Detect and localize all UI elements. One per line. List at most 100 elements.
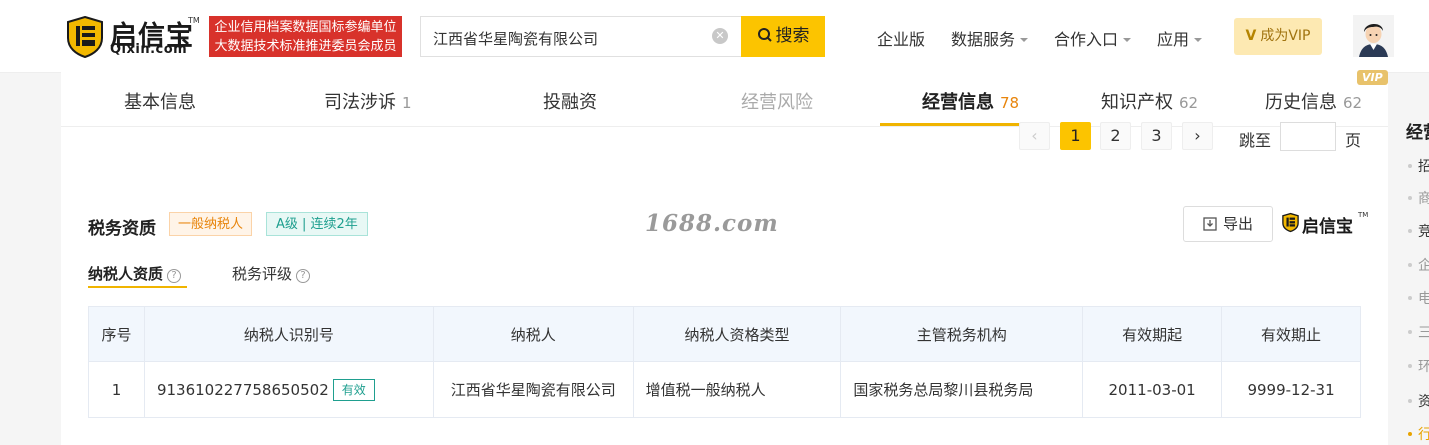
bullet-icon	[1408, 229, 1412, 233]
outline-item[interactable]: 竞	[1408, 221, 1429, 241]
outline-item-label: 商	[1418, 191, 1429, 207]
outline-item-active[interactable]: 行	[1408, 424, 1429, 444]
pagination-page-2[interactable]: 2	[1100, 122, 1131, 150]
column-header: 主管税务机构	[840, 306, 1084, 362]
tab-label: 历史信息	[1265, 92, 1337, 113]
outline-item-label: 三	[1418, 325, 1429, 341]
tab-label: 司法涉诉	[324, 92, 396, 113]
brand-trademark: TM	[1358, 211, 1369, 219]
search-box: ✕	[420, 16, 741, 57]
chevron-down-icon	[1194, 38, 1203, 42]
tab-label: 投融资	[543, 92, 597, 113]
subtab-label: 税务评级	[232, 265, 293, 283]
export-icon	[1203, 217, 1217, 231]
nav-apps-label: 应用	[1157, 30, 1190, 49]
status-badge: 有效	[332, 378, 375, 401]
bullet-icon	[1408, 296, 1412, 300]
outline-item[interactable]: 环	[1408, 356, 1429, 376]
jump-to-label: 跳至	[1239, 131, 1272, 150]
help-icon[interactable]: ?	[167, 269, 182, 283]
tab-count: 78	[1000, 94, 1020, 112]
tax-rating-tag: A级 | 连续2年	[266, 212, 368, 236]
pagination-page-1[interactable]: 1	[1060, 122, 1091, 150]
tab-investment[interactable]: 投融资	[543, 88, 597, 114]
clear-search-icon[interactable]: ✕	[712, 28, 728, 44]
export-button[interactable]: 导出	[1183, 206, 1273, 242]
tab-count: 62	[1343, 94, 1363, 112]
nav-enterprise[interactable]: 企业版	[877, 26, 925, 50]
tab-history[interactable]: 历史信息 62	[1265, 88, 1362, 114]
section-outline-panel: 经营 招 商 竞 企 电 三 环 资 行	[1398, 108, 1429, 445]
vip-v-icon: V	[1245, 28, 1257, 44]
bullet-icon	[1408, 432, 1412, 436]
avatar-icon	[1353, 15, 1394, 57]
subtab-taxpayer-qualification[interactable]: 纳税人资质?	[88, 263, 182, 284]
shield-logo-icon	[1282, 212, 1299, 233]
qixin-logo[interactable]: 启信宝 TM Qixin.com	[66, 14, 200, 60]
bullet-icon	[1408, 164, 1412, 168]
tab-label: 经营风险	[741, 92, 813, 113]
credential-banner[interactable]: 企业信用档案数据国标参编单位 大数据技术标准推进委员会成员	[209, 16, 402, 57]
outline-item[interactable]: 三	[1408, 322, 1429, 342]
table-row: 1 913610227758650502 有效 江西省华星陶瓷有限公司 增值税一般…	[88, 361, 1361, 418]
nav-partnership[interactable]: 合作入口	[1054, 26, 1132, 50]
bullet-icon	[1408, 364, 1412, 368]
valid-from: 2011-03-01	[1082, 361, 1223, 418]
outline-title: 经营	[1406, 123, 1429, 143]
column-header: 序号	[88, 306, 145, 362]
bullet-icon	[1408, 330, 1412, 334]
tab-business-info[interactable]: 经营信息 78	[922, 88, 1019, 114]
outline-item[interactable]: 资	[1408, 391, 1429, 411]
subtab-tax-rating[interactable]: 税务评级?	[232, 263, 311, 284]
bullet-icon	[1408, 263, 1412, 267]
outline-item-label: 行	[1418, 427, 1429, 443]
search-input[interactable]	[431, 25, 705, 51]
pagination-prev-button[interactable]: ‹	[1019, 122, 1050, 150]
pagination-page-3[interactable]: 3	[1141, 122, 1172, 150]
chevron-down-icon	[1020, 38, 1029, 42]
logo-english-text: Qixin.com	[110, 42, 188, 57]
nav-data-services[interactable]: 数据服务	[951, 26, 1029, 50]
nav-apps[interactable]: 应用	[1157, 26, 1203, 50]
top-navigation-bar: 启信宝 TM Qixin.com 企业信用档案数据国标参编单位 大数据技术标准推…	[0, 0, 1429, 73]
company-section-tabs: 基本信息 司法涉诉 1 投融资 经营风险 经营信息 78 知识产权 62 历史信息 62…	[61, 70, 1388, 127]
tab-count: 62	[1179, 94, 1199, 112]
outline-item[interactable]: 电	[1408, 288, 1429, 308]
row-index: 1	[88, 361, 145, 418]
outline-item-label: 竞	[1418, 224, 1429, 240]
tab-litigation[interactable]: 司法涉诉 1	[324, 88, 412, 114]
column-header: 有效期止	[1221, 306, 1361, 362]
tab-basic-info[interactable]: 基本信息	[124, 88, 196, 114]
become-vip-button[interactable]: V 成为VIP	[1234, 18, 1322, 55]
section-title: 税务资质	[88, 219, 156, 239]
column-header: 纳税人	[432, 306, 634, 362]
outline-item-label: 电	[1418, 291, 1429, 307]
shield-logo-icon	[67, 16, 103, 58]
page-unit-label: 页	[1345, 131, 1362, 150]
search-button-label: 搜索	[775, 26, 810, 46]
column-header: 有效期起	[1082, 306, 1223, 362]
subtab-label: 纳税人资质	[88, 265, 164, 283]
tax-id-cell: 913610227758650502 有效	[143, 361, 434, 418]
tab-label: 经营信息	[922, 92, 994, 113]
jump-page-input[interactable]	[1280, 122, 1336, 151]
outline-item[interactable]: 招	[1408, 156, 1429, 176]
chevron-down-icon	[1123, 38, 1132, 42]
user-avatar[interactable]	[1353, 15, 1394, 57]
outline-item-label: 招	[1418, 159, 1429, 175]
outline-item[interactable]: 企	[1408, 255, 1429, 275]
taxpayer-name[interactable]: 江西省华星陶瓷有限公司	[432, 361, 634, 418]
outline-item[interactable]: 商	[1408, 188, 1429, 208]
export-button-label: 导出	[1222, 215, 1253, 233]
pagination-next-button[interactable]: ›	[1182, 122, 1213, 150]
column-header: 纳税人资格类型	[632, 306, 842, 362]
tab-intellectual-property[interactable]: 知识产权 62	[1101, 88, 1198, 114]
search-button[interactable]: 搜索	[741, 16, 825, 57]
help-icon[interactable]: ?	[296, 269, 311, 283]
watermark-text: 1688.com	[645, 210, 779, 237]
banner-line-2: 大数据技术标准推进委员会成员	[214, 39, 397, 54]
tax-authority: 国家税务总局黎川县税务局	[840, 361, 1084, 418]
become-vip-label: 成为VIP	[1260, 28, 1311, 44]
tab-business-risk[interactable]: 经营风险	[741, 88, 813, 114]
taxpayer-type-tag: 一般纳税人	[169, 212, 253, 236]
